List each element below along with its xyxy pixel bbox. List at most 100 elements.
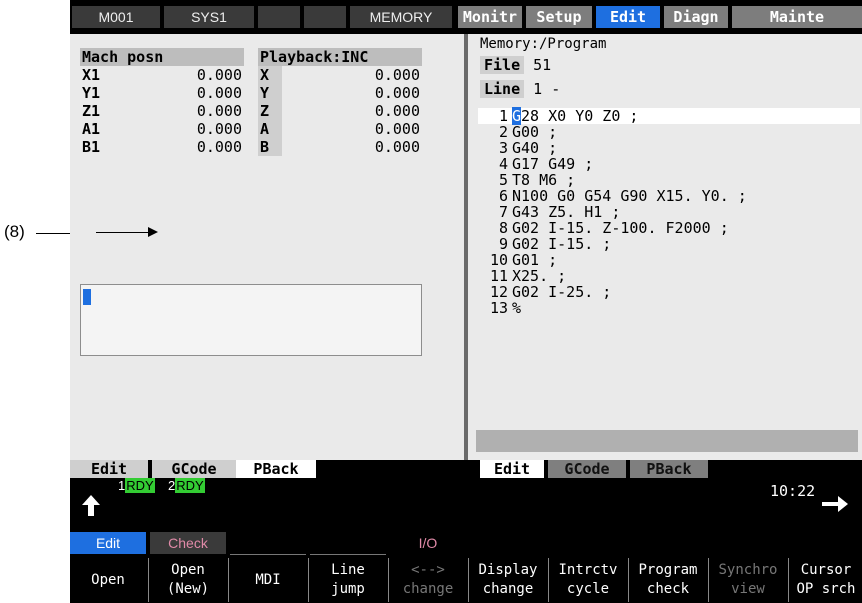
playback-row: Y 0.000 xyxy=(258,84,422,102)
playback-position-block: Playback:INC X 0.000 Y 0.000 Z 0.000 A 0.000… xyxy=(258,48,422,156)
part-system-cell: M001 xyxy=(72,6,160,28)
line-number: 7 xyxy=(498,203,508,221)
code-line[interactable]: 10 G01 ; xyxy=(478,252,860,268)
code-line[interactable]: 5 T8 M6 ; xyxy=(478,172,860,188)
axis-label: X1 xyxy=(82,66,101,84)
playback-row: Z 0.000 xyxy=(258,102,422,120)
playback-row: A 0.000 xyxy=(258,120,422,138)
softkey-top-label xyxy=(470,532,546,554)
file-label: File xyxy=(480,56,525,74)
softkey-line-jump[interactable]: Line jump xyxy=(310,526,389,603)
code-line[interactable]: 3 G40 ; xyxy=(478,140,860,156)
callout-line xyxy=(36,233,70,234)
axis-label: Y1 xyxy=(82,84,101,102)
softkey-label: <--> change xyxy=(402,562,454,597)
machine-position-block: Mach posn X1 0.000 Y1 0.000 Z1 0.000 A1 0.00… xyxy=(80,48,244,156)
axis-value: 0.000 xyxy=(196,120,242,138)
tab-mainte[interactable]: Mainte xyxy=(732,6,862,28)
left-tab-pback[interactable]: PBack xyxy=(236,460,316,478)
tab-edit[interactable]: Edit xyxy=(596,6,660,28)
code-line[interactable]: 4 G17 G49 ; xyxy=(478,156,860,172)
line-number: 1 xyxy=(498,107,508,125)
softkey-io-change[interactable]: I/O <--> change xyxy=(390,526,469,603)
axis-label: B1 xyxy=(82,138,101,156)
left-tab-edit[interactable]: Edit xyxy=(70,460,148,478)
axis-value: 0.000 xyxy=(196,102,242,120)
line-number: 5 xyxy=(498,171,508,189)
left-tab-gcode[interactable]: GCode xyxy=(152,460,236,478)
softkey-separator xyxy=(148,558,149,602)
softkey-program-check[interactable]: Program check xyxy=(630,526,709,603)
code-line[interactable]: 13% xyxy=(478,300,860,316)
softkey-top-label xyxy=(710,532,786,554)
line-number: 10 xyxy=(489,251,508,269)
program-input-bar[interactable] xyxy=(476,430,858,452)
arrow-right-icon[interactable] xyxy=(820,494,850,514)
code-text: G02 I-25. ; xyxy=(512,283,612,301)
right-tab-edit[interactable]: Edit xyxy=(480,460,544,478)
tab-setup[interactable]: Setup xyxy=(526,6,592,28)
tab-diagn[interactable]: Diagn xyxy=(664,6,728,28)
rdy-tag: RDY xyxy=(125,478,155,493)
softkey-cursor-op-srch[interactable]: Cursor OP srch xyxy=(790,526,862,603)
softkey-separator xyxy=(548,558,549,602)
softkey-top-label: Check xyxy=(150,532,226,554)
callout-arrow-icon xyxy=(96,227,158,237)
softkey-separator xyxy=(308,558,309,602)
code-line[interactable]: 1 G28 X0 Y0 Z0 ; xyxy=(478,107,860,125)
softkey-separator xyxy=(388,558,389,602)
code-line[interactable]: 12 G02 I-25. ; xyxy=(478,284,860,300)
softkey-top-label xyxy=(310,532,386,555)
softkey-separator xyxy=(788,558,789,602)
code-line[interactable]: 8 G02 I-15. Z-100. F2000 ; xyxy=(478,220,860,236)
axis-label: A xyxy=(260,120,270,138)
softkey-open[interactable]: Edit Open xyxy=(70,526,149,603)
program-path: Memory:/Program xyxy=(480,36,607,52)
playback-title: Playback:INC xyxy=(258,48,422,66)
program-listing[interactable]: 1 G28 X0 Y0 Z0 ; 2 G00 ; 3 G40 ; 4 G17 G49 ;… xyxy=(478,107,860,316)
axis-label: Y xyxy=(260,84,270,102)
axis-label: B xyxy=(260,138,270,156)
code-line[interactable]: 11 X25. ; xyxy=(478,268,860,284)
rdy-tag: RDY xyxy=(175,478,205,493)
status-cell-a xyxy=(258,6,300,28)
right-tab-gcode[interactable]: GCode xyxy=(548,460,626,478)
code-text: % xyxy=(512,299,522,317)
softkey-open-new[interactable]: Check Open (New) xyxy=(150,526,229,603)
axis-label: Z1 xyxy=(82,102,101,120)
code-line[interactable]: 9 G02 I-15. ; xyxy=(478,236,860,252)
softkey-separator xyxy=(468,558,469,602)
line-number: 12 xyxy=(489,283,508,301)
softkey-label: Synchro view xyxy=(718,562,778,597)
clock: 10:22 xyxy=(770,482,816,500)
axis-value: 0.000 xyxy=(196,66,242,84)
file-value: 51 xyxy=(533,56,552,74)
mach-row: A1 0.000 xyxy=(80,120,244,138)
text-cursor xyxy=(83,289,91,305)
right-tab-pback[interactable]: PBack xyxy=(630,460,708,478)
axis-value: 0.000 xyxy=(196,138,242,156)
code-line[interactable]: 2 G00 ; xyxy=(478,124,860,140)
tab-monitr[interactable]: Monitr xyxy=(458,6,522,28)
softkey-separator xyxy=(228,558,229,602)
line-number: 4 xyxy=(498,155,508,173)
cnc-screen: M001 SYS1 MEMORY Monitr Setup Edit Diagn… xyxy=(70,0,862,603)
softkey-synchro-view[interactable]: Synchro view xyxy=(710,526,789,603)
softkey-intrctv-cycle[interactable]: Intrctv cycle xyxy=(550,526,629,603)
callout-label: (8) xyxy=(4,222,25,241)
axis-value: 0.000 xyxy=(374,102,420,120)
code-line[interactable]: 6 N100 G0 G54 G90 X15. Y0. ; xyxy=(478,188,860,204)
line-number: 13 xyxy=(489,299,508,317)
playback-row: B 0.000 xyxy=(258,138,422,156)
mach-row: B1 0.000 xyxy=(80,138,244,156)
status-bar: 1RDY 2RDY 10:22 xyxy=(70,478,862,526)
softkey-label: Cursor OP srch xyxy=(796,562,856,597)
code-line[interactable]: 7 G43 Z5. H1 ; xyxy=(478,204,860,220)
axis-label: X xyxy=(260,66,270,84)
softkey-display-change[interactable]: Display change xyxy=(470,526,549,603)
input-area[interactable] xyxy=(80,284,422,356)
playback-row: X 0.000 xyxy=(258,66,422,84)
softkey-top-label: Edit xyxy=(70,532,146,554)
arrow-up-icon[interactable] xyxy=(78,492,104,518)
softkey-mdi[interactable]: MDI xyxy=(230,526,309,603)
